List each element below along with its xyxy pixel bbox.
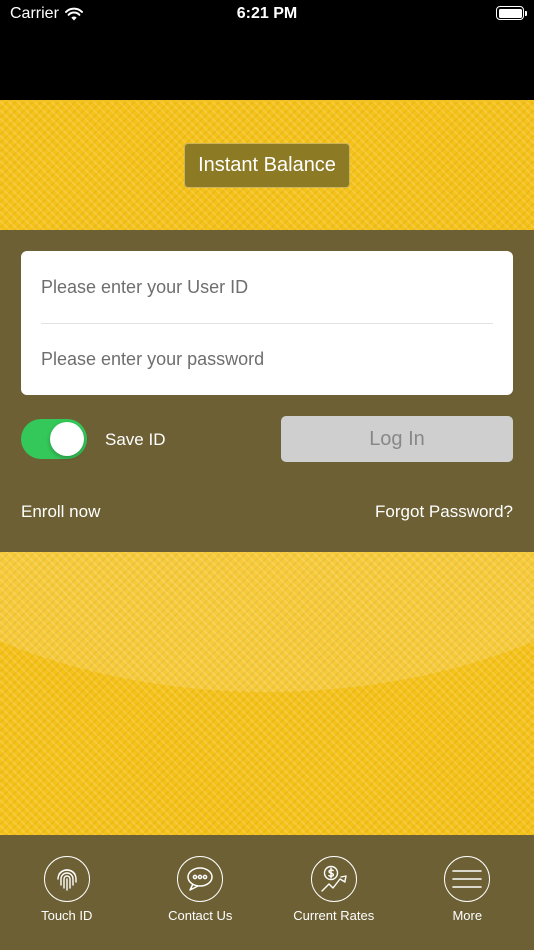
field-divider — [41, 323, 493, 324]
status-bar: Carrier 6:21 PM — [0, 0, 534, 100]
login-panel: Save ID Log In Enroll now Forgot Passwor… — [0, 230, 534, 552]
toggle-knob — [50, 422, 84, 456]
fingerprint-icon — [43, 856, 90, 902]
header-banner: Instant Balance — [0, 100, 534, 230]
menu-icon — [444, 856, 491, 902]
background-area — [0, 552, 534, 835]
bottom-tab-bar: Touch ID Contact Us Current Rates More — [0, 835, 534, 950]
battery-icon — [496, 6, 527, 20]
user-id-field-row — [41, 259, 493, 315]
save-id-toggle[interactable] — [21, 419, 87, 459]
login-form — [21, 251, 513, 395]
dollar-chart-icon — [310, 856, 357, 902]
app-screen: Carrier 6:21 PM Instant Balance Please e… — [0, 0, 534, 950]
chat-bubble-icon — [177, 856, 224, 902]
instant-balance-button[interactable]: Instant Balance — [184, 143, 350, 188]
password-input[interactable] — [41, 348, 493, 370]
tab-current-rates[interactable]: Current Rates — [267, 835, 401, 950]
user-id-input[interactable] — [41, 276, 493, 298]
tab-contact-us[interactable]: Contact Us — [134, 835, 268, 950]
tab-current-rates-label: Current Rates — [293, 908, 375, 923]
enroll-now-link[interactable]: Enroll now — [21, 502, 100, 522]
login-button[interactable]: Log In — [281, 416, 513, 462]
forgot-password-link[interactable]: Forgot Password? — [375, 502, 513, 522]
status-time: 6:21 PM — [236, 5, 298, 22]
tab-touch-id[interactable]: Touch ID — [0, 835, 134, 950]
tab-more-label: More — [452, 908, 483, 923]
password-field-row — [41, 331, 493, 387]
tab-more[interactable]: More — [401, 835, 534, 950]
battery-level — [498, 8, 522, 18]
save-id-label: Save ID — [105, 430, 166, 449]
tab-contact-us-label: Contact Us — [168, 908, 233, 923]
background-arc — [0, 552, 534, 692]
tab-touch-id-label: Touch ID — [41, 908, 93, 923]
